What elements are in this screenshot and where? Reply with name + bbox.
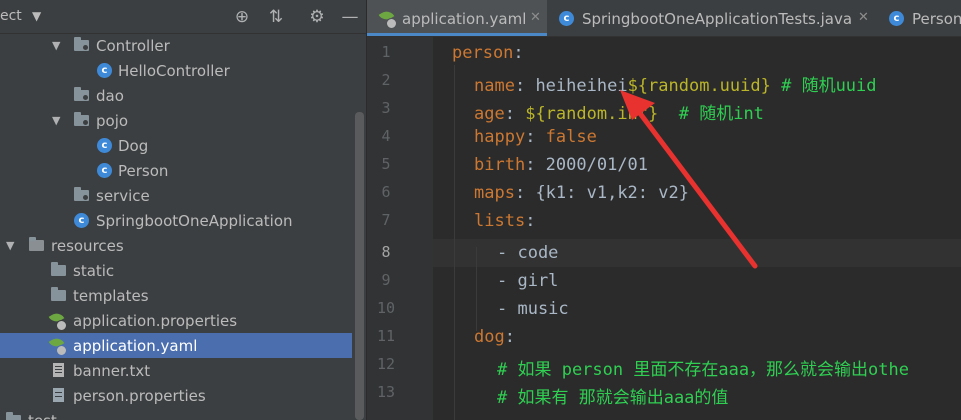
annotation-arrow [620,90,758,269]
